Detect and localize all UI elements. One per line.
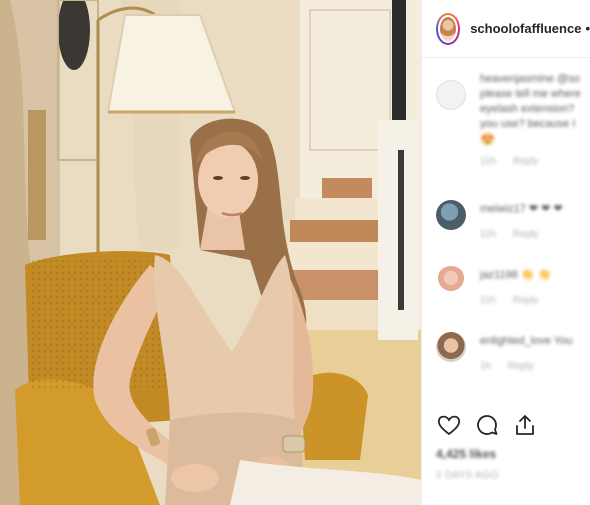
comment-age: 11h — [480, 156, 496, 167]
reply-button[interactable]: Reply — [513, 229, 539, 240]
comment-text: meiwiz17 ❤ ❤ ❤ — [480, 203, 563, 215]
comment-meta: 11h Reply — [480, 295, 590, 306]
post-photo-illustration — [0, 0, 421, 505]
post-header: schoolofaffluence • — [422, 0, 590, 58]
profile-avatar[interactable] — [436, 12, 461, 45]
comment-meta: 1h Reply — [480, 361, 590, 372]
comment-meta: 11h Reply — [480, 229, 590, 240]
emoji: 😍 — [480, 132, 495, 146]
share-icon[interactable] — [512, 412, 538, 438]
post-photo[interactable] — [0, 0, 421, 505]
comment-item: meiwiz17 ❤ ❤ ❤ 11h Reply — [422, 200, 590, 268]
post-actions — [436, 412, 538, 438]
reply-button[interactable]: Reply — [513, 295, 539, 306]
comment-text: enlighted_love You — [480, 335, 573, 347]
comment-item: heavenjasmine @so please tell me where e… — [422, 72, 590, 202]
commenter-avatar[interactable] — [436, 80, 466, 110]
ellipsis-icon[interactable]: • — [585, 21, 590, 36]
comment-age: 11h — [480, 229, 496, 240]
comment-item: jaz1198 👏 👏 11h Reply — [422, 266, 590, 334]
comment-text: heavenjasmine @so please tell me where e… — [480, 73, 581, 146]
commenter-avatar[interactable] — [436, 200, 466, 230]
commenter-avatar[interactable] — [436, 266, 466, 296]
comments-list: heavenjasmine @so please tell me where e… — [422, 72, 590, 394]
comment-item: enlighted_love You 1h Reply — [422, 332, 590, 394]
post-date: 2 DAYS AGO — [436, 470, 499, 481]
comment-age: 11h — [480, 295, 496, 306]
profile-username[interactable]: schoolofaffluence — [470, 21, 581, 36]
comment-text: jaz1198 👏 👏 — [480, 269, 552, 281]
reply-button[interactable]: Reply — [508, 361, 534, 372]
likes-count[interactable]: 4,425 likes — [436, 447, 496, 461]
comment-age: 1h — [480, 361, 492, 372]
reply-button[interactable]: Reply — [513, 156, 539, 167]
comment-meta: 11h Reply — [480, 156, 590, 167]
comment-icon[interactable] — [474, 412, 500, 438]
commenter-avatar[interactable] — [436, 332, 466, 362]
post-sidebar: schoolofaffluence • heavenjasmine @so pl… — [421, 0, 590, 505]
heart-icon[interactable] — [436, 412, 462, 438]
